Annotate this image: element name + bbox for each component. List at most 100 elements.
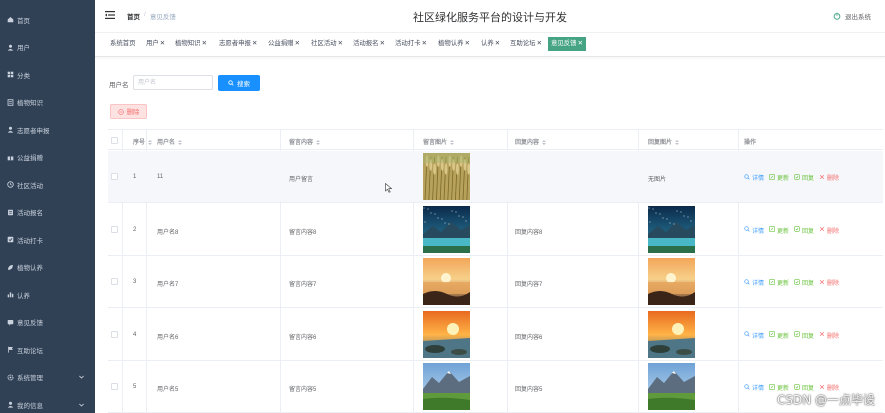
sidebar-item[interactable]: 意见反馈 bbox=[0, 309, 95, 337]
sidebar-item-label: 互助论坛 bbox=[17, 347, 43, 355]
column-header[interactable]: 留言图片 bbox=[423, 137, 455, 146]
remove-label: 删除 bbox=[827, 281, 840, 287]
sidebar-item[interactable]: 公益捐赠 bbox=[0, 144, 95, 172]
reply-button[interactable]: 回复 bbox=[794, 278, 814, 287]
home-icon bbox=[6, 16, 14, 24]
sidebar-item[interactable]: 首页 bbox=[0, 6, 95, 34]
message-image bbox=[423, 153, 470, 200]
tab-tag[interactable]: 互助论坛✕ bbox=[508, 37, 544, 51]
reply-button[interactable]: 回复 bbox=[794, 173, 814, 182]
row-message: 留言内容7 bbox=[289, 282, 317, 288]
remove-button[interactable]: 删除 bbox=[819, 331, 839, 340]
tab-tag[interactable]: 意见反馈✕ bbox=[548, 37, 586, 51]
detail-label: 详情 bbox=[752, 176, 765, 182]
username-search-input[interactable] bbox=[133, 75, 213, 90]
sort-icon[interactable] bbox=[148, 139, 153, 145]
sidebar-item[interactable]: 互助论坛 bbox=[0, 336, 95, 364]
column-header[interactable]: 回复内容 bbox=[515, 137, 547, 146]
row-checkbox[interactable] bbox=[111, 225, 118, 233]
row-checkbox[interactable] bbox=[111, 330, 118, 338]
sort-icon[interactable] bbox=[316, 139, 321, 145]
batch-delete-button[interactable]: 删除 bbox=[110, 104, 147, 119]
category-icon bbox=[6, 71, 14, 79]
search-icon bbox=[744, 278, 750, 287]
sidebar-item[interactable]: 系统管理 bbox=[0, 364, 95, 392]
sort-icon[interactable] bbox=[542, 139, 547, 145]
detail-button[interactable]: 详情 bbox=[744, 278, 764, 287]
row-message: 用户留言 bbox=[289, 177, 314, 183]
sidebar-item[interactable]: 认养 bbox=[0, 281, 95, 309]
hamburger-icon[interactable] bbox=[105, 10, 115, 20]
search-button[interactable]: 搜索 bbox=[218, 75, 260, 91]
sidebar-item[interactable]: 我的信息 bbox=[0, 391, 95, 413]
sort-icon[interactable] bbox=[178, 139, 183, 145]
detail-button[interactable]: 详情 bbox=[744, 173, 764, 182]
row-actions: 详情 更新 回复 删除 bbox=[744, 173, 839, 182]
column-header[interactable]: 用户名 bbox=[157, 137, 183, 146]
sidebar-item[interactable]: 分类 bbox=[0, 61, 95, 89]
tab-tag[interactable]: 系统首页 bbox=[108, 37, 138, 51]
tab-tag[interactable]: 植物知识✕ bbox=[173, 37, 209, 51]
column-header-label: 操作 bbox=[744, 140, 757, 146]
remove-button[interactable]: 删除 bbox=[819, 226, 839, 235]
close-icon[interactable]: ✕ bbox=[578, 40, 583, 47]
update-button[interactable]: 更新 bbox=[769, 226, 789, 235]
close-icon[interactable]: ✕ bbox=[202, 40, 207, 47]
sidebar-item[interactable]: 活动打卡 bbox=[0, 226, 95, 254]
reply-button[interactable]: 回复 bbox=[794, 331, 814, 340]
update-button[interactable]: 更新 bbox=[769, 278, 789, 287]
column-header[interactable]: 序号 bbox=[133, 137, 153, 146]
detail-button[interactable]: 详情 bbox=[744, 331, 764, 340]
logout-button[interactable]: 退出系统 bbox=[833, 11, 871, 21]
sidebar-item[interactable]: 活动报名 bbox=[0, 199, 95, 227]
check-icon bbox=[6, 236, 14, 244]
tab-tag[interactable]: 用户✕ bbox=[144, 37, 167, 51]
row-username: 用户名8 bbox=[157, 229, 179, 236]
column-header[interactable]: 回复图片 bbox=[648, 137, 680, 146]
remove-button[interactable]: 删除 bbox=[819, 173, 839, 182]
tab-tag[interactable]: 植物认养✕ bbox=[436, 37, 472, 51]
close-icon[interactable]: ✕ bbox=[537, 40, 542, 47]
tab-tag-label: 社区活动 bbox=[311, 40, 337, 47]
detail-button[interactable]: 详情 bbox=[744, 226, 764, 235]
tab-tag[interactable]: 认养✕ bbox=[479, 37, 502, 51]
sidebar-item[interactable]: 用户 bbox=[0, 34, 95, 62]
tab-tag[interactable]: 公益捐赠✕ bbox=[266, 37, 302, 51]
detail-button[interactable]: 详情 bbox=[744, 383, 764, 392]
close-icon[interactable]: ✕ bbox=[495, 40, 500, 47]
sidebar-item-label: 社区活动 bbox=[17, 182, 43, 190]
sidebar-item[interactable]: 植物认养 bbox=[0, 254, 95, 282]
row-actions: 详情 更新 回复 删除 bbox=[744, 331, 839, 340]
reply-button[interactable]: 回复 bbox=[794, 226, 814, 235]
sort-icon[interactable] bbox=[675, 139, 680, 145]
table-row: 1 11 用户留言 无图片 详情 更新 回复 删除 bbox=[108, 151, 883, 203]
close-icon[interactable]: ✕ bbox=[380, 40, 385, 47]
sidebar-item[interactable]: 植物知识 bbox=[0, 89, 95, 117]
row-checkbox[interactable] bbox=[111, 278, 118, 285]
sidebar-item-label: 分类 bbox=[17, 72, 30, 80]
close-icon[interactable]: ✕ bbox=[422, 40, 427, 47]
remove-button[interactable]: 删除 bbox=[819, 278, 839, 287]
close-icon[interactable]: ✕ bbox=[338, 40, 343, 47]
update-button[interactable]: 更新 bbox=[769, 331, 789, 340]
update-label: 更新 bbox=[777, 281, 790, 287]
select-all-checkbox[interactable] bbox=[111, 137, 118, 144]
sidebar-item[interactable]: 志愿者申报 bbox=[0, 116, 95, 144]
column-header-label: 回复图片 bbox=[648, 140, 673, 146]
sort-icon[interactable] bbox=[450, 139, 455, 145]
close-icon[interactable]: ✕ bbox=[465, 40, 470, 47]
tab-tag[interactable]: 活动报名✕ bbox=[351, 37, 387, 51]
sidebar-item[interactable]: 社区活动 bbox=[0, 171, 95, 199]
row-checkbox[interactable] bbox=[111, 383, 118, 390]
row-reply: 回复内容6 bbox=[515, 334, 543, 341]
update-button[interactable]: 更新 bbox=[769, 173, 789, 182]
tab-tag[interactable]: 活动打卡✕ bbox=[393, 37, 429, 51]
close-icon[interactable]: ✕ bbox=[160, 40, 165, 47]
tab-tag[interactable]: 社区活动✕ bbox=[309, 37, 345, 51]
row-checkbox[interactable] bbox=[111, 173, 118, 180]
breadcrumb-home[interactable]: 首页 bbox=[127, 11, 140, 21]
column-header[interactable]: 留言内容 bbox=[289, 137, 321, 146]
close-icon[interactable]: ✕ bbox=[252, 40, 257, 47]
tab-tag[interactable]: 志愿者申报✕ bbox=[217, 37, 259, 51]
close-icon[interactable]: ✕ bbox=[295, 40, 300, 47]
